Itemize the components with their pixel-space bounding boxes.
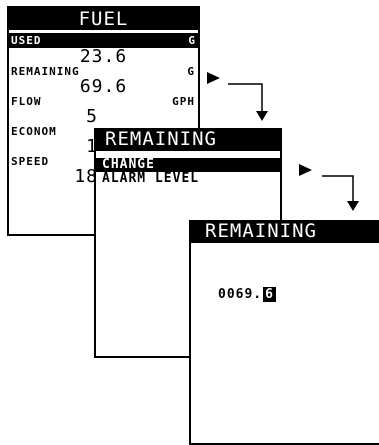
arrow-tip-2-icon [347,201,359,211]
arrow-tip-1-icon [256,111,268,121]
arrow-head-2-icon [299,164,312,176]
arrow-line-1 [228,83,263,113]
arrow-head-1-icon [207,72,220,84]
arrow-line-2 [322,175,354,203]
flow-arrows [207,72,359,211]
